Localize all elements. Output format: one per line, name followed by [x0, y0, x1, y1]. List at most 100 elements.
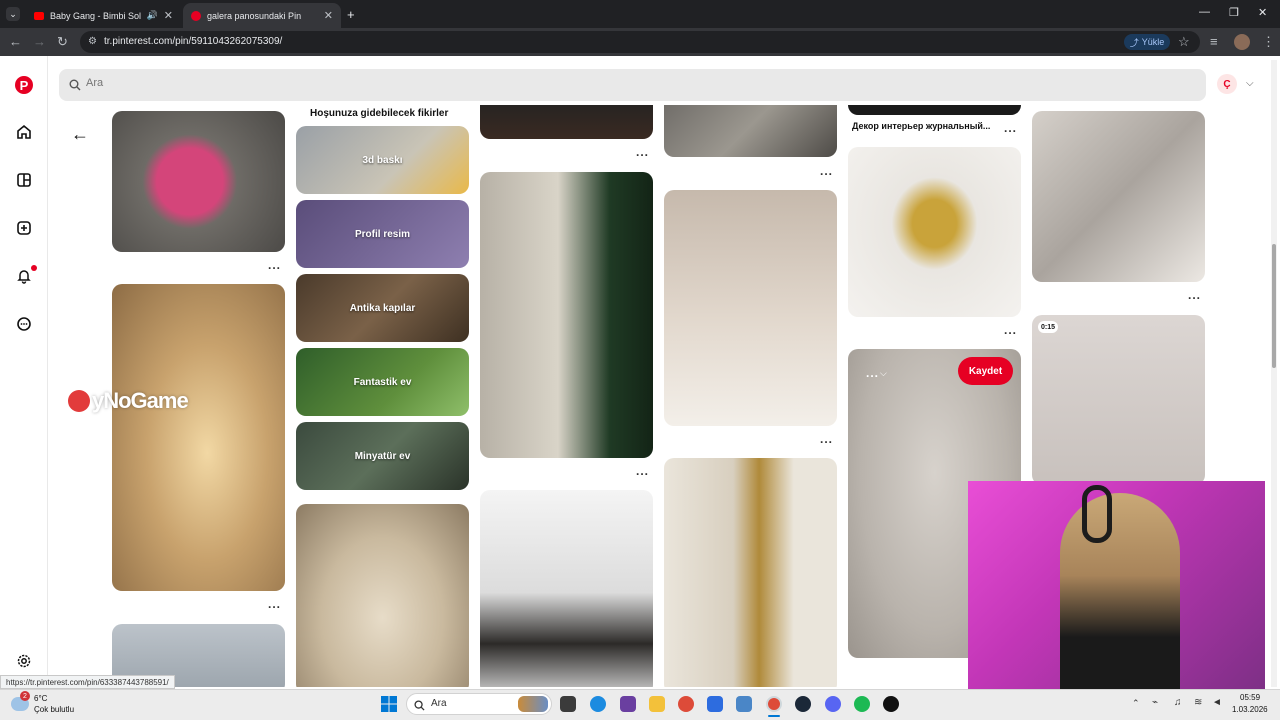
avatar[interactable]: Ç	[1217, 74, 1237, 94]
bookmark-star-icon[interactable]: ☆	[1178, 35, 1190, 49]
more-options-icon[interactable]: ...	[866, 366, 879, 380]
discord-icon[interactable]	[825, 696, 841, 712]
search-icon	[69, 78, 81, 96]
task-view-icon[interactable]	[560, 696, 576, 712]
more-options-icon[interactable]: ...	[1188, 288, 1201, 302]
pin-wall-art-video[interactable]	[1032, 315, 1205, 485]
pin-snake-door-handle[interactable]	[664, 458, 837, 687]
app-icon[interactable]	[736, 696, 752, 712]
chevron-down-icon[interactable]: ⌵	[880, 368, 887, 379]
pin-lungs-ashtray[interactable]	[112, 111, 285, 252]
stream-watermark: yNoGame	[92, 388, 189, 413]
pin-shoes-bricks[interactable]	[664, 105, 837, 157]
watermark-logo-icon	[68, 390, 90, 412]
pin-dark-top[interactable]	[480, 105, 653, 139]
youtube-icon	[34, 11, 44, 20]
save-button[interactable]: Kaydet	[958, 357, 1013, 385]
more-options-icon[interactable]: ...	[636, 145, 649, 159]
pin-mirror-tiles[interactable]	[1032, 111, 1205, 282]
video-duration-badge: 0:15	[1038, 321, 1058, 333]
explore-icon[interactable]	[14, 170, 34, 190]
pin-title[interactable]: Декор интерьер журнальный...	[852, 121, 990, 131]
idea-fantasy-house[interactable]: Fantastik ev	[296, 348, 469, 416]
app-icon[interactable]	[707, 696, 723, 712]
weather-temperature: 6°C	[34, 694, 48, 703]
new-tab-button[interactable]: +	[347, 7, 355, 22]
back-icon[interactable]: ←	[9, 35, 22, 49]
pin-body-lamp[interactable]	[112, 284, 285, 591]
minimize-button[interactable]: —	[1199, 6, 1210, 18]
tab-title: galera panosundaki Pin	[207, 10, 302, 21]
more-options-icon[interactable]: ...	[1004, 121, 1017, 135]
restore-button[interactable]: ❐	[1229, 6, 1239, 19]
search-icon	[414, 698, 425, 716]
speaker-icon[interactable]: 🔊	[147, 10, 158, 21]
menu-icon[interactable]: ⋮	[1262, 35, 1275, 49]
url-text[interactable]: tr.pinterest.com/pin/5911043262075309/	[104, 36, 282, 47]
close-icon[interactable]: ✕	[164, 9, 173, 22]
weather-badge: 2	[20, 691, 30, 701]
forward-icon[interactable]: →	[33, 35, 46, 49]
search-highlight-icon	[518, 696, 548, 712]
pin-brass-switch[interactable]	[848, 147, 1021, 317]
chrome-active-icon[interactable]	[766, 696, 782, 712]
more-options-icon[interactable]: ...	[268, 597, 281, 611]
pin-dark-strip[interactable]	[848, 105, 1021, 115]
clock-date[interactable]: 1.03.2026	[1232, 705, 1268, 714]
more-options-icon[interactable]: ...	[268, 258, 281, 272]
create-icon[interactable]	[14, 218, 34, 238]
profile-avatar[interactable]	[1234, 34, 1250, 50]
spotify-icon[interactable]	[854, 696, 870, 712]
network-icon[interactable]: ⌁	[1152, 697, 1158, 708]
idea-3d-print[interactable]: 3d baskı	[296, 126, 469, 194]
more-options-icon[interactable]: ...	[820, 432, 833, 446]
volume-icon[interactable]: ◄	[1212, 697, 1222, 708]
microphone-icon[interactable]: ♫	[1174, 697, 1182, 708]
pin-champagne-glass[interactable]	[480, 172, 653, 458]
reload-icon[interactable]: ↻	[57, 35, 68, 49]
pin-whiskey-dispenser[interactable]	[480, 490, 653, 687]
reading-list-icon[interactable]: ≡	[1210, 35, 1218, 49]
weather-description: Çok bulutlu	[34, 705, 75, 714]
pinterest-sidebar	[0, 56, 48, 687]
scrollbar-thumb[interactable]	[1272, 244, 1276, 368]
app-icon[interactable]	[883, 696, 899, 712]
search-input[interactable]	[86, 77, 486, 89]
chevron-down-icon[interactable]: ⌵	[1246, 78, 1254, 89]
tab-pinterest[interactable]: galera panosundaki Pin ✕	[183, 3, 341, 28]
settings-icon[interactable]	[14, 651, 34, 671]
windows-start-icon[interactable]	[381, 696, 397, 712]
pinterest-logo-icon[interactable]: P	[15, 76, 33, 94]
wifi-icon[interactable]: ≋	[1194, 697, 1202, 708]
pinterest-favicon-icon	[191, 10, 201, 21]
close-icon[interactable]: ✕	[324, 9, 333, 22]
upload-icon: ⤴	[1129, 37, 1139, 48]
more-options-icon[interactable]: ...	[636, 464, 649, 478]
edge-icon[interactable]	[590, 696, 606, 712]
pin-chair-sculpture[interactable]	[664, 190, 837, 426]
store-icon[interactable]	[620, 696, 636, 712]
messages-icon[interactable]	[14, 314, 34, 334]
more-options-icon[interactable]: ...	[1004, 323, 1017, 337]
upload-button[interactable]: ⤴ Yükle	[1124, 34, 1170, 50]
clock-time[interactable]: 05:59	[1240, 693, 1260, 702]
pin-face-sink[interactable]	[296, 504, 469, 687]
file-explorer-icon[interactable]	[649, 696, 665, 712]
home-icon[interactable]	[14, 122, 34, 142]
idea-miniature-house[interactable]: Minyatür ev	[296, 422, 469, 490]
close-window-button[interactable]: ✕	[1258, 6, 1267, 19]
tray-chevron-icon[interactable]: ⌃	[1132, 698, 1140, 709]
tab-search-button[interactable]: ⌄	[6, 7, 20, 21]
tab-youtube[interactable]: Baby Gang - Bimbi Soldato 🔊 ✕	[26, 3, 181, 28]
steam-icon[interactable]	[795, 696, 811, 712]
tab-title: Baby Gang - Bimbi Soldato	[50, 10, 141, 21]
idea-profile-picture[interactable]: Profil resim	[296, 200, 469, 268]
streamer-figure	[1060, 493, 1180, 699]
page-scrollbar[interactable]	[1271, 60, 1277, 687]
ideas-heading: Hoşunuza gidebilecek fikirler	[310, 108, 449, 119]
site-info-icon[interactable]: ⚙	[88, 36, 97, 47]
more-options-icon[interactable]: ...	[820, 164, 833, 178]
headset-icon	[1082, 485, 1112, 543]
idea-antique-doors[interactable]: Antika kapılar	[296, 274, 469, 342]
chrome-icon[interactable]	[678, 696, 694, 712]
